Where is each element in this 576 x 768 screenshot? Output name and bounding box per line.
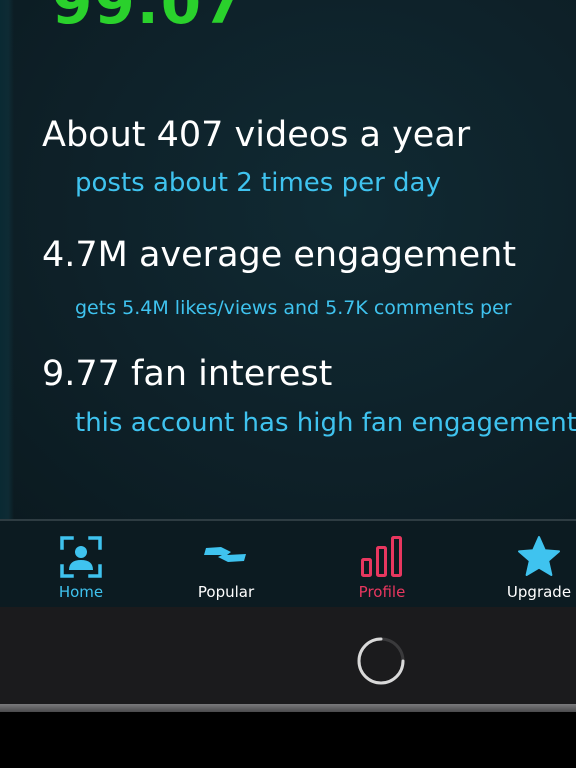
left-edge-decoration [0, 0, 14, 519]
tab-home[interactable]: Home [21, 521, 141, 607]
videos-per-day-subtitle: posts about 2 times per day [75, 168, 441, 198]
tab-home-label: Home [58, 583, 104, 601]
score-value: 99.07 [52, 0, 246, 37]
fan-interest-title: 9.77 fan interest [42, 354, 333, 394]
app-screen: 99.07 About 407 videos a year posts abou… [0, 0, 576, 768]
star-icon [518, 536, 560, 576]
tab-upgrade[interactable]: Upgrade [479, 521, 576, 607]
engagement-title: 4.7M average engagement [42, 235, 517, 275]
tab-popular-label: Popular [197, 583, 255, 601]
videos-per-year-title: About 407 videos a year [42, 115, 471, 155]
device-edge-line [0, 704, 576, 712]
tab-profile[interactable]: Profile [322, 521, 442, 607]
tab-profile-label: Profile [358, 583, 406, 601]
loading-spinner-icon [357, 637, 405, 685]
tab-upgrade-label: Upgrade [506, 583, 572, 601]
fan-interest-subtitle: this account has high fan engagement [75, 408, 576, 438]
tab-popular[interactable]: Popular [166, 521, 286, 607]
engagement-subtitle: gets 5.4M likes/views and 5.7K comments … [75, 297, 512, 319]
device-bottom [0, 712, 576, 768]
lightning-icon [204, 547, 246, 562]
bar-chart-icon [361, 536, 402, 577]
stats-panel: 99.07 About 407 videos a year posts abou… [0, 0, 576, 519]
home-icon [60, 536, 102, 578]
bottom-tab-bar: Home Popular Profile Upgrade [0, 519, 576, 607]
device-bezel [0, 607, 576, 705]
